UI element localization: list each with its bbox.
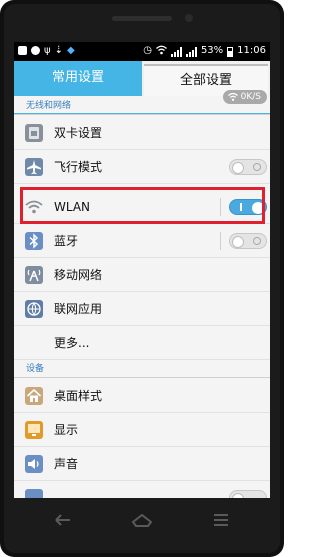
shield-icon: ◆ [67, 45, 75, 56]
antenna-icon [25, 266, 43, 284]
airplane-icon [25, 158, 43, 176]
tab-common-settings[interactable]: 常用设置 [14, 61, 142, 96]
bluetooth-icon [25, 232, 43, 250]
battery-icon [227, 46, 234, 57]
earpiece [112, 16, 172, 21]
usb-icon: ψ [44, 45, 51, 56]
partial-row-icon [25, 489, 43, 498]
row-dual-sim[interactable]: 双卡设置 [14, 116, 270, 150]
section-header-wireless: 无线和网络 [14, 97, 270, 115]
toggle-off-indicator [253, 237, 261, 245]
row-label: 显示 [54, 423, 79, 437]
row-label: 联网应用 [54, 302, 103, 316]
row-bluetooth[interactable]: 蓝牙 [14, 224, 270, 258]
row-airplane-mode[interactable]: 飞行模式 [14, 150, 270, 184]
row-label: WLAN [54, 200, 91, 214]
toggle-knob [232, 162, 244, 174]
bluetooth-toggle[interactable] [229, 233, 267, 249]
display-icon [25, 421, 43, 439]
clock: 11:06 [237, 45, 266, 56]
row-label: 飞行模式 [54, 160, 103, 174]
toggle-off-indicator [253, 163, 261, 171]
message-icon [18, 46, 27, 55]
toggle-knob [252, 202, 264, 214]
partial-row-toggle[interactable] [229, 490, 267, 498]
toggle-knob [232, 236, 244, 248]
status-bar: ψ ⇣ ◆ ◷ 53% 11:06 [14, 42, 270, 61]
row-label: 蓝牙 [54, 234, 79, 248]
divider [220, 232, 221, 250]
camera-icon [31, 46, 40, 55]
row-more[interactable]: 更多... [14, 326, 270, 360]
navigation-bar [14, 498, 270, 548]
battery-percent: 53% [200, 45, 224, 56]
screen: ψ ⇣ ◆ ◷ 53% 11:06 常用设置 全部设置 0K/S 无线和网络 双… [14, 42, 270, 498]
home-button-icon[interactable] [131, 512, 153, 528]
row-label: 更多... [54, 336, 90, 350]
airplane-mode-toggle[interactable] [229, 159, 267, 175]
home-icon [25, 387, 43, 405]
row-networked-apps[interactable]: 联网应用 [14, 292, 270, 326]
wifi-icon [156, 45, 167, 57]
sim-card-icon [25, 124, 43, 142]
wifi-icon [25, 200, 43, 214]
row-label: 双卡设置 [54, 126, 103, 140]
row-label: 桌面样式 [54, 389, 103, 403]
row-sound[interactable]: 声音 [14, 447, 270, 481]
signal-icon [170, 46, 182, 57]
front-camera [185, 14, 193, 22]
globe-icon [25, 300, 43, 318]
wlan-toggle[interactable] [229, 199, 267, 215]
row-desktop-style[interactable]: 桌面样式 [14, 379, 270, 413]
row-partial[interactable] [14, 481, 270, 498]
signal-icon [185, 46, 197, 57]
menu-icon[interactable] [210, 512, 232, 528]
alarm-icon: ◷ [143, 45, 152, 56]
speaker-icon [25, 455, 43, 473]
back-icon[interactable] [52, 512, 74, 528]
download-icon: ⇣ [54, 45, 63, 56]
section-header-device: 设备 [14, 360, 270, 378]
row-label: 声音 [54, 457, 79, 471]
toggle-on-indicator [240, 203, 242, 211]
row-mobile-network[interactable]: 移动网络 [14, 258, 270, 292]
row-wlan[interactable]: WLAN [14, 190, 270, 224]
row-display[interactable]: 显示 [14, 413, 270, 447]
row-label: 移动网络 [54, 268, 103, 282]
divider [220, 198, 221, 216]
